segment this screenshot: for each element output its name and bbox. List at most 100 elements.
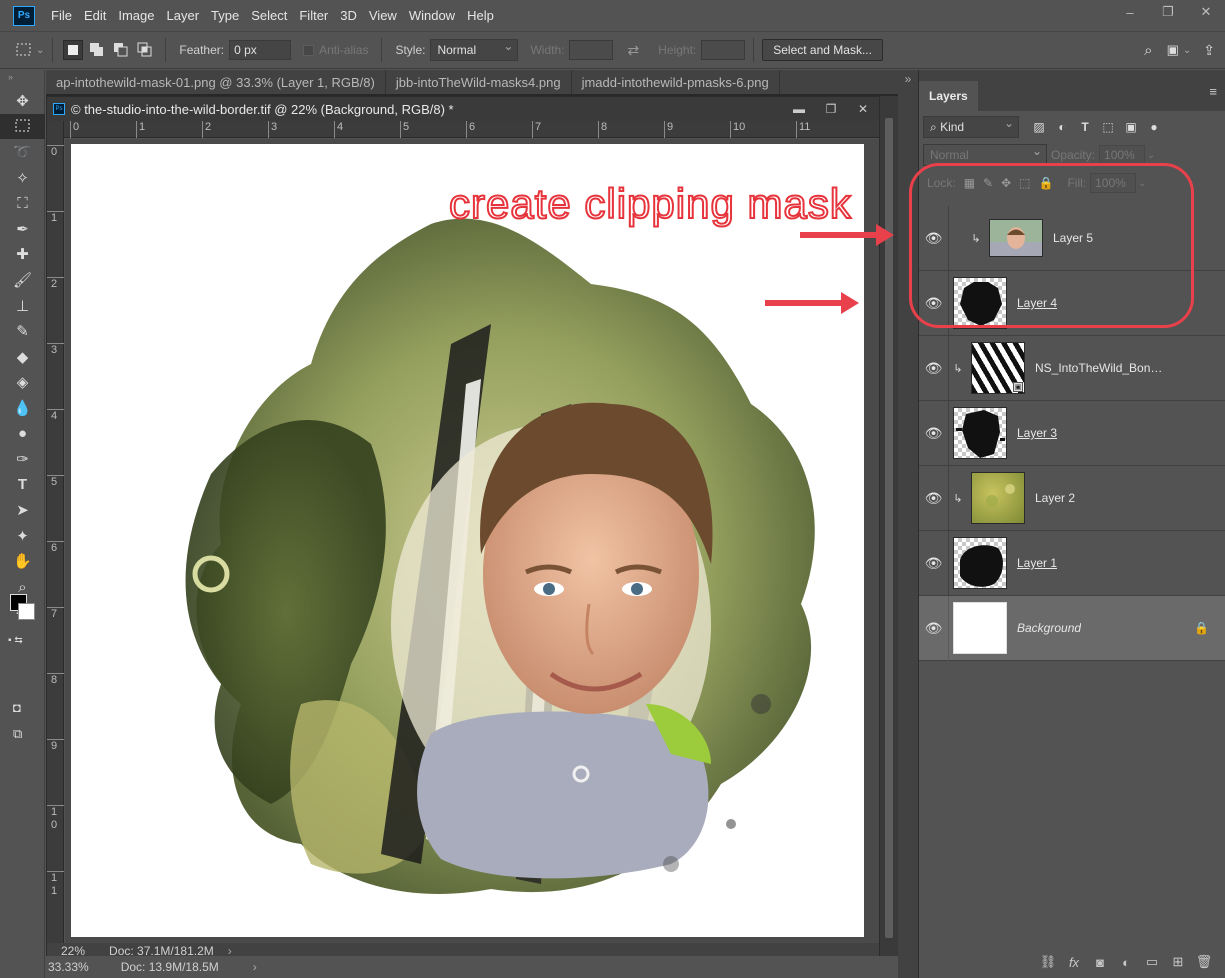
adjustment-layer-filter-icon[interactable]: ◐ [1052,120,1072,134]
opacity-input[interactable]: 100% [1099,145,1146,165]
delete-layer-icon[interactable]: 🗑 [1191,954,1217,970]
menu-layer[interactable]: Layer [161,8,206,23]
quick-mask-icon[interactable]: ◘ [13,700,21,715]
doc-restore-button[interactable]: ❐ [815,97,847,121]
subtract-from-selection-icon[interactable] [111,40,131,60]
visibility-eye-icon[interactable]: 👁 [919,400,949,466]
style-select[interactable]: Normal [430,39,519,61]
custom-shape-tool-icon[interactable]: ✦ [0,523,45,549]
magic-wand-tool-icon[interactable]: ✧ [0,165,45,191]
visibility-eye-icon[interactable]: 👁 [919,335,949,401]
search-icon[interactable]: ⌕ [1144,42,1152,59]
type-layer-filter-icon[interactable]: T [1075,120,1095,134]
menu-view[interactable]: View [363,8,403,23]
doc-minimize-button[interactable]: ▬ [783,97,815,121]
width-input[interactable] [569,40,614,60]
hand-tool-icon[interactable]: ✋ [0,549,45,575]
brush-tool-icon[interactable]: 🖌 [0,267,45,293]
pixel-layer-filter-icon[interactable]: ▨ [1029,120,1049,134]
layer-kind-filter[interactable]: ⌕ Kind [923,116,1019,138]
blur-tool-icon[interactable]: 💧 [0,395,45,421]
paint-bucket-tool-icon[interactable]: ◈ [0,370,45,396]
menu-image[interactable]: Image [112,8,160,23]
chevron-down-icon[interactable]: ⌄ [36,45,44,56]
menu-window[interactable]: Window [403,8,461,23]
restore-button[interactable]: ❐ [1149,0,1187,24]
eyedropper-tool-icon[interactable]: ✒ [0,216,45,242]
history-brush-tool-icon[interactable]: ✎ [0,318,45,344]
layer-name[interactable]: Background [1017,621,1081,635]
tab-layers[interactable]: Layers [919,81,978,111]
document-title-bar[interactable]: Ps © the-studio-into-the-wild-border.tif… [47,97,879,121]
intersect-selection-icon[interactable] [135,40,155,60]
panel-menu-icon[interactable]: ≡ [1209,84,1217,99]
new-group-icon[interactable]: ▭ [1139,954,1165,970]
document-tab[interactable]: jbb-intoTheWild-masks4.png [386,70,572,94]
minimize-button[interactable]: – [1111,0,1149,24]
vertical-ruler[interactable]: 0 1 2 3 4 5 6 7 8 9 1 0 1 1 [47,121,64,943]
new-selection-icon[interactable] [63,40,84,60]
visibility-eye-icon[interactable]: 👁 [919,595,949,661]
layer-style-icon[interactable]: fx [1061,955,1087,970]
workspace-icon[interactable]: ▣ [1167,42,1179,58]
height-input[interactable] [701,40,746,60]
toolbox-collapse-icon[interactable]: » [0,70,44,88]
move-tool-icon[interactable]: ✥ [0,88,45,114]
filter-toggle-icon[interactable]: ● [1144,120,1164,134]
background-color-swatch[interactable] [18,603,35,620]
crop-tool-icon[interactable]: ⛶ [0,190,45,216]
layer-name[interactable]: Layer 1 [1017,556,1057,570]
lasso-tool-icon[interactable]: ➰ [0,139,45,165]
swap-dimensions-icon[interactable]: ⇄ [627,42,639,59]
dodge-tool-icon[interactable]: ● [0,421,45,447]
chevron-down-icon[interactable]: ⌄ [1147,150,1155,161]
menu-3d[interactable]: 3D [334,8,363,23]
new-adjustment-layer-icon[interactable]: ◐ [1113,955,1139,970]
layer-name[interactable]: NS_IntoTheWild_Bonus... [1035,361,1165,375]
menu-edit[interactable]: Edit [78,8,112,23]
layer-row[interactable]: 👁 Layer 3 [919,400,1225,466]
chevron-down-icon[interactable]: ⌄ [1183,45,1191,56]
type-tool-icon[interactable]: T [0,472,45,498]
layer-row[interactable]: 👁 ↳ Layer 2 [919,465,1225,531]
new-layer-icon[interactable]: ⊞ [1165,954,1191,970]
healing-brush-tool-icon[interactable]: ✚ [0,242,45,268]
layer-row[interactable]: 👁 Background 🔒 [919,595,1225,661]
document-tab[interactable]: jmadd-intothewild-pmasks-6.png [572,70,780,94]
smart-object-filter-icon[interactable]: ▣ [1121,120,1141,134]
chevron-right-icon[interactable]: › [253,960,257,974]
feather-input[interactable] [229,40,292,60]
document-tab[interactable]: ap-intothewild-mask-01.png @ 33.3% (Laye… [46,70,386,94]
marquee-tool-preset-icon[interactable] [14,40,34,60]
anti-alias-checkbox[interactable] [303,44,315,56]
layer-name[interactable]: Layer 3 [1017,426,1057,440]
collapse-panels-icon[interactable]: » [898,72,918,86]
layer-row[interactable]: 👁 Layer 1 [919,530,1225,596]
image-canvas[interactable] [71,144,864,937]
horizontal-ruler[interactable]: 0 1 2 3 4 5 6 7 8 9 10 11 [64,121,879,138]
pen-tool-icon[interactable]: ✑ [0,446,45,472]
menu-select[interactable]: Select [245,8,293,23]
menu-filter[interactable]: Filter [293,8,334,23]
add-to-selection-icon[interactable] [87,40,107,60]
shape-layer-filter-icon[interactable]: ⬚ [1098,120,1118,134]
close-button[interactable]: ✕ [1187,0,1225,24]
path-selection-tool-icon[interactable]: ➤ [0,498,45,524]
clone-stamp-tool-icon[interactable]: ⊥ [0,293,45,319]
default-colors-icon[interactable]: ▪ ⇆ [0,625,45,655]
menu-file[interactable]: File [45,8,78,23]
visibility-eye-icon[interactable]: 👁 [919,530,949,596]
share-icon[interactable]: ⇪ [1203,42,1215,59]
rectangular-marquee-tool-icon[interactable] [0,113,45,140]
add-mask-icon[interactable]: ◙ [1087,955,1113,970]
layer-row[interactable]: 👁 ↳ ▣ NS_IntoTheWild_Bonus... [919,335,1225,401]
layer-name[interactable]: Layer 2 [1035,491,1075,505]
zoom-level[interactable]: 33.33% [48,960,89,974]
menu-help[interactable]: Help [461,8,500,23]
visibility-eye-icon[interactable]: 👁 [919,465,949,531]
eraser-tool-icon[interactable]: ◆ [0,344,45,370]
select-and-mask-button[interactable]: Select and Mask... [762,39,883,61]
screen-mode-icon[interactable]: ⧉ [13,726,22,742]
menu-type[interactable]: Type [205,8,245,23]
doc-close-button[interactable]: ✕ [847,97,879,121]
